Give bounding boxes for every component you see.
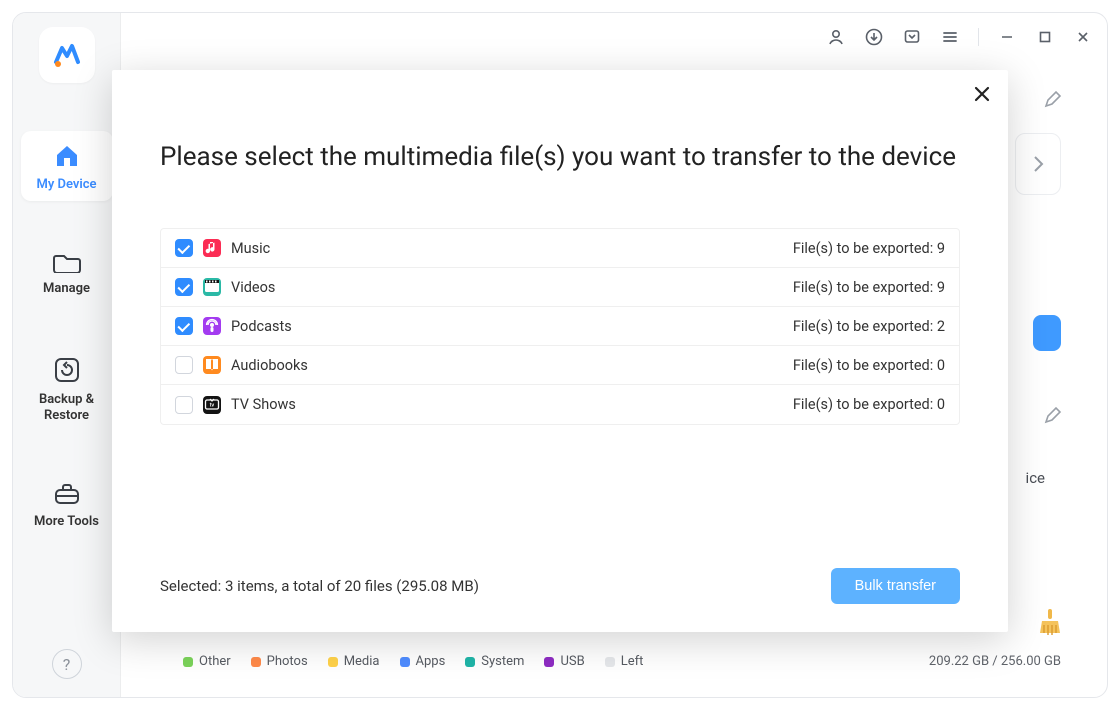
export-count: File(s) to be exported: 0 xyxy=(793,357,945,374)
export-count: File(s) to be exported: 0 xyxy=(793,396,945,413)
legend-swatch xyxy=(465,657,475,667)
book-icon xyxy=(203,356,221,374)
media-row-audiobooks: AudiobooksFile(s) to be exported: 0 xyxy=(161,346,959,385)
legend-label: USB xyxy=(560,654,584,669)
legend-label: Apps xyxy=(416,654,446,669)
topbar-divider xyxy=(978,28,979,46)
export-count: File(s) to be exported: 9 xyxy=(793,240,945,257)
media-name: TV Shows xyxy=(231,396,793,413)
device-card-next[interactable] xyxy=(1015,133,1061,195)
legend-item: System xyxy=(465,654,524,669)
media-name: Videos xyxy=(231,279,793,296)
legend-item: Other xyxy=(183,654,231,669)
tv-icon: tv xyxy=(203,396,221,414)
video-icon xyxy=(203,278,221,296)
sidebar-item-more-tools[interactable]: More Tools xyxy=(21,470,113,538)
modal-title: Please select the multimedia file(s) you… xyxy=(112,70,1008,172)
legend-swatch xyxy=(544,657,554,667)
legend-label: Photos xyxy=(267,654,308,669)
home-icon xyxy=(53,143,81,169)
menu-icon[interactable] xyxy=(936,23,964,51)
legend-swatch xyxy=(183,657,193,667)
cleanup-button[interactable] xyxy=(1037,607,1063,637)
media-name: Podcasts xyxy=(231,318,793,335)
legend-label: Media xyxy=(344,654,380,669)
maximize-button[interactable] xyxy=(1031,23,1059,51)
transfer-modal: Please select the multimedia file(s) you… xyxy=(112,70,1008,632)
music-icon xyxy=(203,239,221,257)
background-text-fragment: ice xyxy=(1026,469,1045,487)
storage-legend: Other Photos Media Apps System USB Left xyxy=(183,654,643,669)
toolbox-icon xyxy=(53,482,81,506)
media-row-podcasts: PodcastsFile(s) to be exported: 2 xyxy=(161,307,959,346)
selection-summary: Selected: 3 items, a total of 20 files (… xyxy=(160,577,479,595)
storage-capacity: 209.22 GB / 256.00 GB xyxy=(929,654,1061,669)
media-row-videos: VideosFile(s) to be exported: 9 xyxy=(161,268,959,307)
media-name: Music xyxy=(231,240,793,257)
minimize-button[interactable] xyxy=(993,23,1021,51)
sidebar-item-backup-restore[interactable]: Backup & Restore xyxy=(21,344,113,433)
legend-swatch xyxy=(328,657,338,667)
chevron-right-icon xyxy=(1032,155,1044,173)
legend-label: System xyxy=(481,654,524,669)
edit-icon[interactable] xyxy=(1043,405,1063,425)
media-name: Audiobooks xyxy=(231,357,793,374)
sidebar-item-label: Manage xyxy=(43,281,90,297)
modal-footer: Selected: 3 items, a total of 20 files (… xyxy=(160,568,960,604)
brush-icon xyxy=(1037,607,1063,637)
sidebar-item-manage[interactable]: Manage xyxy=(21,239,113,305)
edit-icon[interactable] xyxy=(1043,89,1063,109)
help-button[interactable]: ? xyxy=(13,649,120,679)
media-type-list: MusicFile(s) to be exported: 9VideosFile… xyxy=(160,228,960,425)
logo-icon xyxy=(52,40,82,70)
legend-swatch xyxy=(605,657,615,667)
background-action-button[interactable] xyxy=(1033,315,1061,351)
export-count: File(s) to be exported: 9 xyxy=(793,279,945,296)
app-logo xyxy=(39,27,95,83)
storage-footer: Other Photos Media Apps System USB Left 209.22… xyxy=(183,654,1061,669)
export-count: File(s) to be exported: 2 xyxy=(793,318,945,335)
legend-swatch xyxy=(400,657,410,667)
legend-label: Other xyxy=(199,654,231,669)
legend-item: Left xyxy=(605,654,644,669)
legend-swatch xyxy=(251,657,261,667)
feedback-icon[interactable] xyxy=(898,23,926,51)
media-row-tv-shows: tv TV ShowsFile(s) to be exported: 0 xyxy=(161,385,959,424)
account-icon[interactable] xyxy=(822,23,850,51)
help-icon: ? xyxy=(52,649,82,679)
podcast-icon xyxy=(203,317,221,335)
checkbox[interactable] xyxy=(175,396,193,414)
media-row-music: MusicFile(s) to be exported: 9 xyxy=(161,229,959,268)
legend-item: Apps xyxy=(400,654,446,669)
sidebar: My Device Manage Backup & Restore xyxy=(13,13,121,697)
legend-item: USB xyxy=(544,654,584,669)
download-icon[interactable] xyxy=(860,23,888,51)
checkbox[interactable] xyxy=(175,239,193,257)
close-icon xyxy=(973,85,991,103)
bulk-transfer-label: Bulk transfer xyxy=(855,578,936,594)
sidebar-item-label: My Device xyxy=(36,177,96,193)
close-window-button[interactable] xyxy=(1069,23,1097,51)
checkbox[interactable] xyxy=(175,356,193,374)
backup-icon xyxy=(53,356,81,384)
checkbox[interactable] xyxy=(175,317,193,335)
legend-item: Photos xyxy=(251,654,308,669)
legend-item: Media xyxy=(328,654,380,669)
legend-label: Left xyxy=(621,654,644,669)
sidebar-item-label: Backup & Restore xyxy=(21,392,113,425)
checkbox[interactable] xyxy=(175,278,193,296)
svg-text:tv: tv xyxy=(210,402,215,408)
close-button[interactable] xyxy=(970,82,994,106)
topbar xyxy=(121,13,1107,61)
sidebar-item-label: More Tools xyxy=(34,514,99,530)
folder-icon xyxy=(53,251,81,273)
bulk-transfer-button[interactable]: Bulk transfer xyxy=(831,568,960,604)
sidebar-item-my-device[interactable]: My Device xyxy=(21,131,113,201)
